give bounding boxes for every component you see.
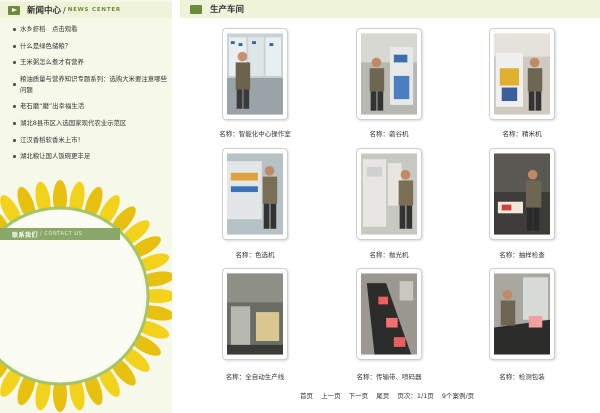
workshop-title: 生产车间: [210, 5, 245, 15]
news-section-title: 新闻中心: [27, 6, 62, 16]
news-list: 水乡虾稻 点击观看 什么是绿色储粮？ 王米粥怎么煮才有营养 粮油质量与营养知识专…: [12, 24, 170, 168]
news-item[interactable]: 湖北8县市区入选国家现代农业示范区: [12, 118, 170, 129]
workshop-caption[interactable]: 名称：精米机: [462, 128, 582, 138]
contact-section-title: 联系我们: [12, 231, 39, 239]
contact-section-subtitle: CONTACT US: [44, 231, 83, 237]
workshop-caption[interactable]: 名称：色选机: [195, 249, 315, 259]
news-section-subtitle: NEWS CENTER: [67, 7, 121, 13]
workshop-card[interactable]: [356, 148, 422, 240]
news-item[interactable]: 水乡虾稻 点击观看: [12, 24, 170, 35]
news-item[interactable]: 什么是绿色储粮？: [12, 41, 170, 52]
workshop-caption[interactable]: 名称：传输带、喷码器: [329, 371, 449, 381]
pagination: 首页 上一页 下一页 尾页 页次：1/1页 9个案例/页: [300, 390, 480, 400]
workshop-card[interactable]: [222, 148, 288, 240]
news-section-separator: /: [63, 5, 66, 15]
main-content: 生产车间 名称：智能化中心操作室 名称：砻谷机 名称：精米机 名称：色选机 名称…: [180, 0, 600, 413]
play-arrow-icon: [8, 5, 20, 15]
workshop-caption[interactable]: 名称：智能化中心操作室: [195, 128, 315, 138]
production-line-photo: [227, 273, 283, 355]
left-sidebar: 新闻中心 / NEWS CENTER 水乡虾稻 点击观看 什么是绿色储粮？ 王米…: [0, 0, 172, 413]
news-item[interactable]: 粮油质量与营养知识专题系列：选购大米要注意哪些问题: [12, 74, 170, 96]
news-item[interactable]: 江汉香稻软香米上市！: [12, 135, 170, 146]
workshop-card[interactable]: [489, 148, 555, 240]
rice-mill-photo: [494, 33, 550, 115]
polisher-photo: [361, 153, 417, 235]
workshop-caption[interactable]: 名称：抽样检查: [462, 249, 582, 259]
last-page-link[interactable]: 尾页: [376, 392, 389, 400]
conveyor-photo: [361, 273, 417, 355]
workshop-card[interactable]: [489, 28, 555, 120]
sampling-photo: [494, 153, 550, 235]
control-room-photo: [227, 33, 283, 115]
workshop-card[interactable]: [356, 28, 422, 120]
page-info: 页次：1/1页: [397, 392, 434, 400]
contact-section-separator: /: [40, 231, 43, 237]
workshop-card[interactable]: [222, 268, 288, 360]
items-per-page: 9个案例/页: [441, 392, 475, 400]
workshop-caption[interactable]: 名称：砻谷机: [329, 128, 449, 138]
husker-photo: [361, 33, 417, 115]
workshop-caption[interactable]: 名称：抛光机: [329, 249, 449, 259]
news-item[interactable]: 老石磨“磨”出幸福生活: [12, 101, 170, 112]
sunflower-decoration: [0, 180, 172, 412]
next-page-link[interactable]: 下一页: [349, 392, 369, 400]
contact-section-header: 联系我们 / CONTACT US: [0, 228, 120, 240]
play-arrow-icon: [190, 4, 202, 14]
workshop-caption[interactable]: 名称：检测包装: [462, 371, 582, 381]
color-sorter-photo: [227, 153, 283, 235]
news-item[interactable]: 王米粥怎么煮才有营养: [12, 57, 170, 68]
workshop-caption[interactable]: 名称：全自动生产线: [195, 371, 315, 381]
prev-page-link[interactable]: 上一页: [321, 392, 341, 400]
news-section-header: 新闻中心 / NEWS CENTER: [0, 2, 172, 18]
packaging-photo: [494, 273, 550, 355]
workshop-card[interactable]: [489, 268, 555, 360]
news-item[interactable]: 湖北粮让国人饭碗更丰足: [12, 151, 170, 162]
workshop-card[interactable]: [222, 28, 288, 120]
workshop-card[interactable]: [356, 268, 422, 360]
first-page-link[interactable]: 首页: [300, 392, 313, 400]
workshop-header: 生产车间: [180, 0, 600, 18]
